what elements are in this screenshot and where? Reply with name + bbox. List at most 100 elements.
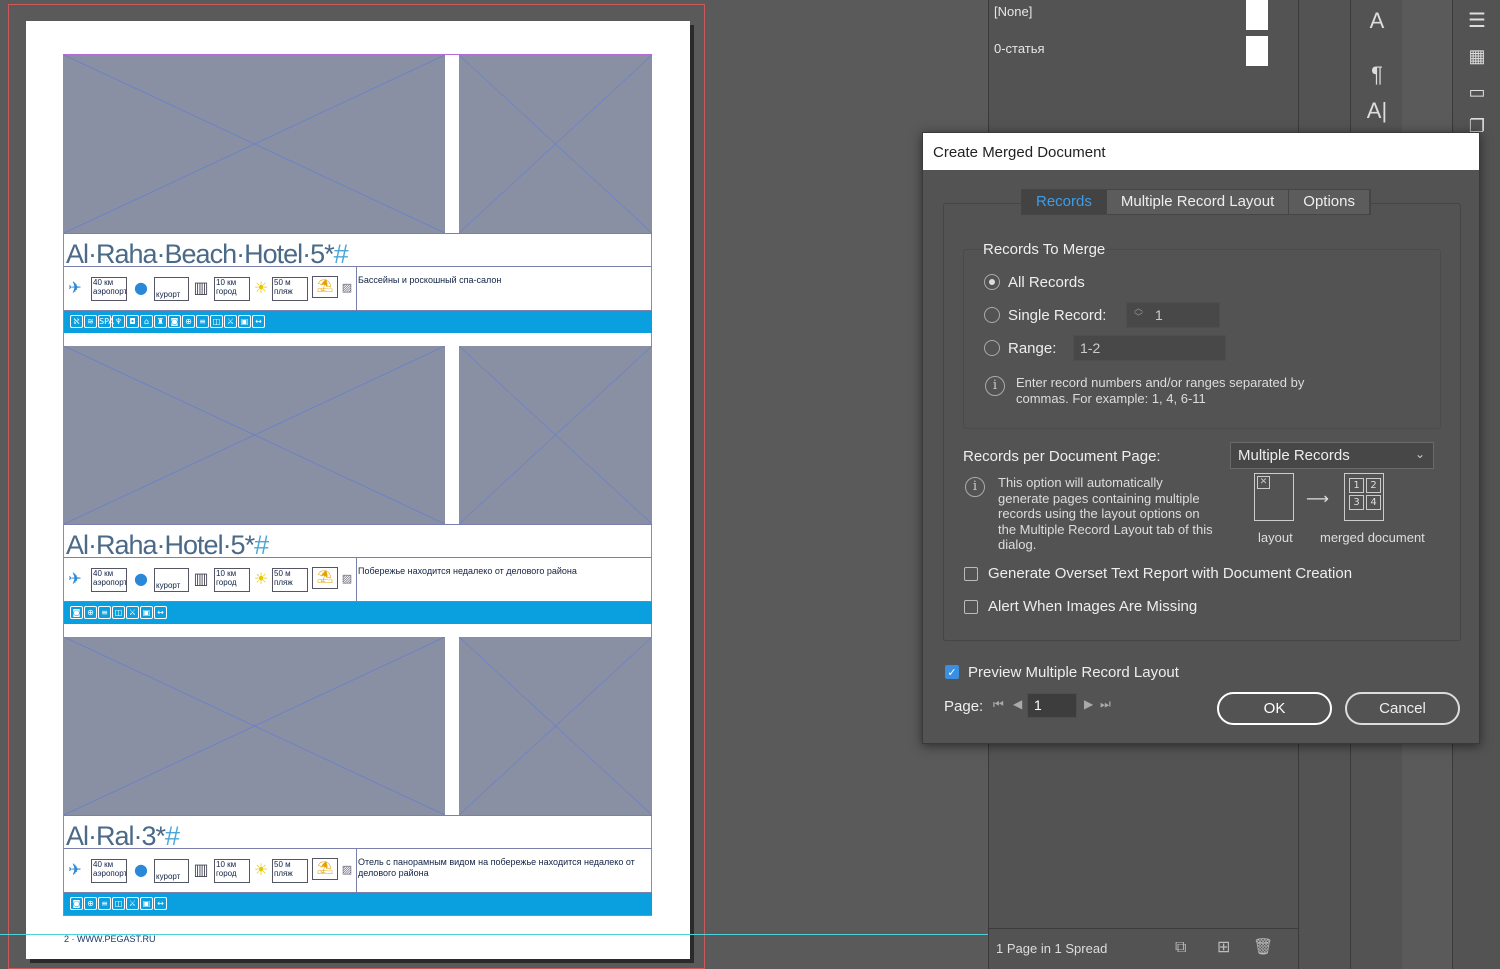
amenity-icon: ◫ <box>112 897 125 910</box>
image-placeholder-right[interactable] <box>459 346 652 524</box>
image-placeholder-right[interactable] <box>459 55 652 233</box>
gradient-icon[interactable]: ▭ <box>1453 82 1500 103</box>
footer-url: WWW.PEGAST.RU <box>77 934 156 944</box>
photo-icon: ▨ <box>341 281 353 294</box>
missing-images-checkbox[interactable] <box>964 600 978 614</box>
hotel-title[interactable]: Al·Raha·Hotel·5*# <box>66 530 269 561</box>
character-styles-icon[interactable]: A <box>1351 8 1403 34</box>
beach-umbrella-icon: ⛱ <box>312 858 338 880</box>
amenity-icon: ▣ <box>238 315 251 328</box>
tab-options[interactable]: Options <box>1289 190 1370 214</box>
amenity-icon: ◙ <box>168 315 181 328</box>
swatch-article[interactable]: 0-статья <box>994 41 1045 56</box>
ok-button[interactable]: OK <box>1217 692 1332 725</box>
city-icon: ▥ <box>193 278 209 297</box>
image-placeholder-left[interactable] <box>64 346 445 524</box>
resort-label: курорт <box>156 290 181 299</box>
amenity-icons: ◙ ⊕ ≡ ◫ ⚔ ▣ ↔ <box>70 897 167 910</box>
dialog-title: Create Merged Document <box>923 133 1479 170</box>
image-placeholder-left[interactable] <box>64 55 445 233</box>
beach-distance: 50 м <box>274 278 291 287</box>
paragraph-icon[interactable]: ¶ <box>1351 62 1403 88</box>
airport-distance: 40 км <box>93 569 114 578</box>
swatch-article-chip[interactable] <box>1246 36 1268 66</box>
swatches-icon[interactable]: ▦ <box>1453 46 1500 67</box>
delete-page-icon[interactable]: 🗑 <box>1253 937 1273 956</box>
swatch-none-chip[interactable] <box>1246 0 1268 30</box>
amenity-icon: ↔ <box>154 606 167 619</box>
beach-umbrella-icon: ⛱ <box>312 567 338 589</box>
new-page-icon[interactable]: ⊞ <box>1217 937 1230 956</box>
swatch-none[interactable]: [None] <box>994 4 1032 19</box>
hotel-description[interactable]: Отель с панорамным видом на побережье на… <box>356 849 652 893</box>
amenities-bar: ℵ ≋ SPA ♆ ◘ ⌂ ♜ ◙ ⊕ ≡ ◫ ⚔ ▣ ↔ <box>64 311 652 333</box>
records-to-merge-label: Records To Merge <box>983 241 1106 258</box>
chevron-down-icon: ⌄ <box>1414 447 1425 461</box>
character-icon[interactable]: A| <box>1351 98 1403 124</box>
image-placeholder-right[interactable] <box>459 637 652 815</box>
city-distance: 10 км <box>216 860 237 869</box>
single-record-radio[interactable] <box>984 307 1000 323</box>
overset-report-checkbox[interactable] <box>964 567 978 581</box>
beach-distance: 50 м <box>274 860 291 869</box>
range-input[interactable]: 1-2 <box>1073 335 1226 361</box>
info-icon: i <box>985 376 1005 396</box>
hotel-description[interactable]: Бассейны и роскошный спа-салон <box>356 267 652 311</box>
single-record-stepper[interactable]: ︿ ﹀ <box>1134 305 1143 323</box>
layout-caption: layout <box>1258 530 1293 545</box>
airport-distance: 40 км <box>93 278 114 287</box>
pages-panel-footer: 1 Page in 1 Spread ⧉ ⊞ 🗑 <box>989 928 1299 969</box>
amenity-icon: ⊕ <box>84 606 97 619</box>
dialog-tabs: Records Multiple Record Layout Options <box>1021 189 1371 215</box>
amenity-icon: ▣ <box>140 897 153 910</box>
hotel-title[interactable]: Al·Ral·3*# <box>66 821 180 852</box>
airport-label: аэропорт <box>93 578 127 587</box>
tab-multiple-record-layout[interactable]: Multiple Record Layout <box>1107 190 1290 214</box>
last-page-icon[interactable]: ⏭ <box>1100 697 1111 712</box>
missing-images-label: Alert When Images Are Missing <box>988 598 1198 615</box>
page-size-icon[interactable]: ⧉ <box>1175 937 1186 957</box>
cancel-button[interactable]: Cancel <box>1345 692 1460 725</box>
resort-label: курорт <box>156 581 181 590</box>
amenity-icon: ⚔ <box>224 315 237 328</box>
layout-diagram-icon: ✕ <box>1254 473 1294 521</box>
amenity-icon: ≡ <box>98 606 111 619</box>
image-placeholder-left[interactable] <box>64 637 445 815</box>
diagram-cell: 1 <box>1349 478 1364 493</box>
city-distance: 10 км <box>216 278 237 287</box>
previous-page-icon[interactable]: ◀ <box>1013 697 1022 711</box>
amenity-icon: ◫ <box>112 606 125 619</box>
amenity-icon: ▣ <box>140 606 153 619</box>
airport-label: аэропорт <box>93 287 127 296</box>
amenity-icon: ℵ <box>70 315 83 328</box>
sun-icon: ☀ <box>253 278 269 297</box>
resort-label: курорт <box>156 872 181 881</box>
photo-icon: ▨ <box>341 572 353 585</box>
beach-label: пляж <box>274 287 293 296</box>
create-merged-document-dialog: Create Merged Document Records Multiple … <box>922 132 1480 744</box>
city-distance: 10 км <box>216 569 237 578</box>
amenity-icon: ⌂ <box>140 315 153 328</box>
hotel-title[interactable]: Al·Raha·Beach·Hotel·5*# <box>66 239 349 270</box>
all-records-radio[interactable] <box>984 274 1000 290</box>
location-pin-icon: ● <box>134 860 148 879</box>
amenity-icon: ◙ <box>70 606 83 619</box>
next-page-icon[interactable]: ▶ <box>1084 697 1093 711</box>
hotel-record: Al·Raha·Beach·Hotel·5*# ✈ 40 км аэропорт … <box>64 55 652 333</box>
amenity-icon: SPA <box>98 315 114 328</box>
tab-records[interactable]: Records <box>1022 190 1107 214</box>
menu-icon[interactable]: ☰ <box>1453 8 1500 33</box>
preview-checkbox[interactable]: ✓ <box>945 665 959 679</box>
hotel-title-row: Al·Raha·Hotel·5*# <box>64 524 652 561</box>
amenity-icon: ↔ <box>252 315 265 328</box>
records-per-page-value: Multiple Records <box>1238 447 1350 464</box>
page-input[interactable]: 1 <box>1027 693 1077 718</box>
page-footer: 2 · WWW.PEGAST.RU <box>64 934 156 944</box>
amenity-icon: ◫ <box>210 315 223 328</box>
airport-label: аэропорт <box>93 869 127 878</box>
first-page-icon[interactable]: ⏮ <box>993 697 1004 712</box>
airplane-icon: ✈ <box>68 278 82 297</box>
hotel-description[interactable]: Побережье находится недалеко от делового… <box>356 558 652 602</box>
records-per-page-select[interactable]: Multiple Records ⌄ <box>1230 442 1434 469</box>
range-radio[interactable] <box>984 340 1000 356</box>
